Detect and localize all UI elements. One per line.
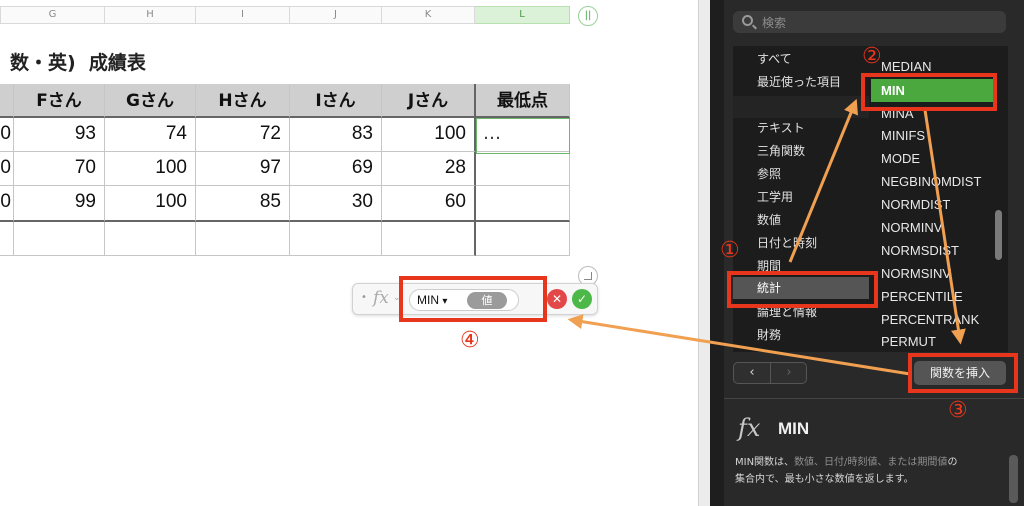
highlight-insert [908, 353, 1018, 393]
screenshot-root: G H I J K L || 数・英) 成績表 Fさん Gさん Hさん Iさん … [0, 0, 1024, 506]
highlight-statistical [727, 271, 878, 308]
step-3-label: ③ [948, 398, 968, 423]
arrow-1-to-2 [788, 98, 858, 263]
highlight-min [861, 73, 997, 111]
highlight-formula [399, 276, 547, 322]
step-2-label: ② [862, 44, 882, 69]
step-4-label: ④ [460, 328, 480, 353]
step-1-label: ① [720, 238, 740, 263]
arrow-2-to-3 [923, 109, 966, 345]
arrow-3-to-4 [567, 314, 911, 376]
